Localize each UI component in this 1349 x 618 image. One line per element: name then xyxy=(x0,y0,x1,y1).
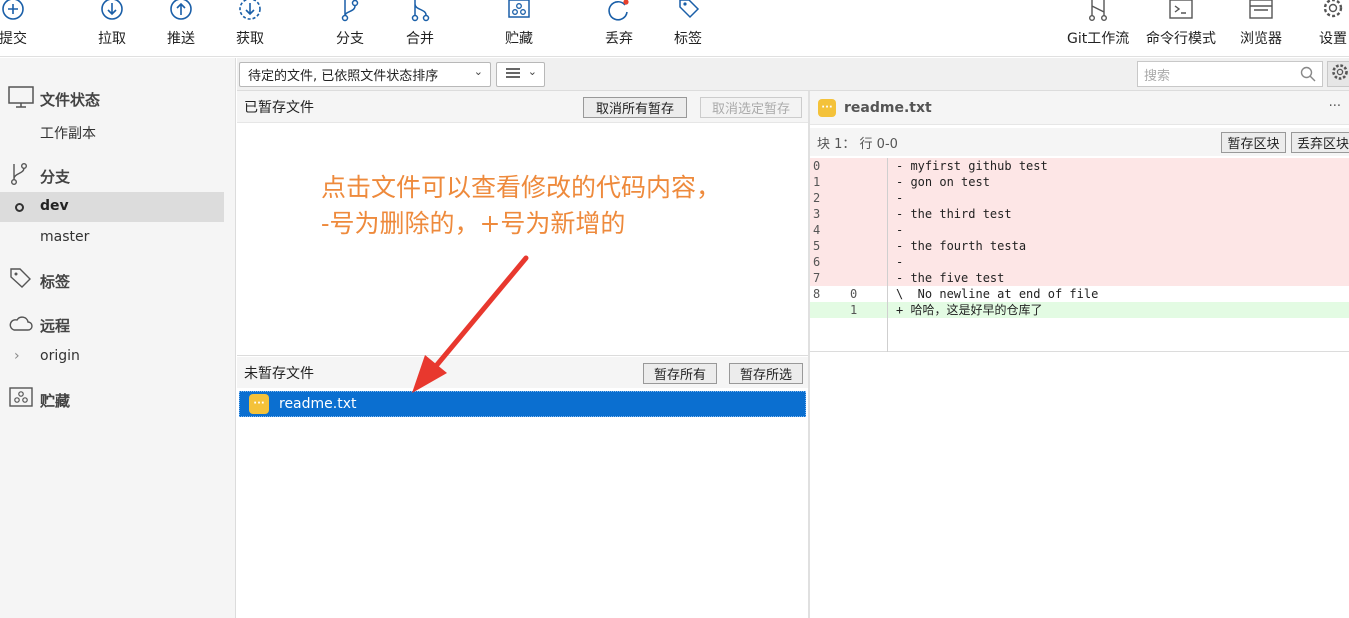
annotation-arrow xyxy=(412,255,529,393)
